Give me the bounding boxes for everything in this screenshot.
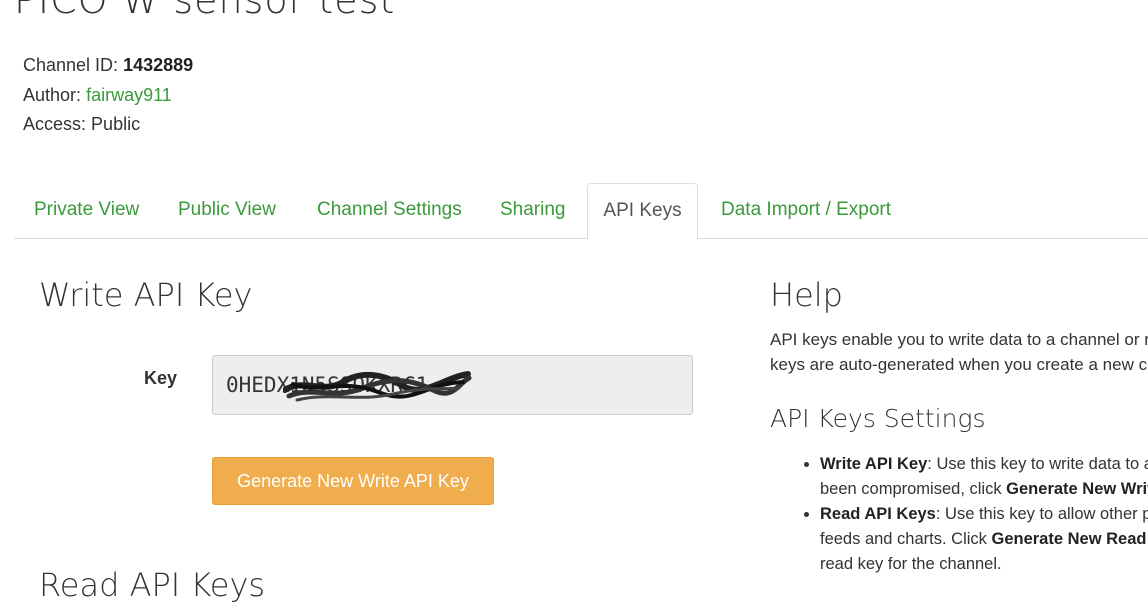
channel-tabs: Private View Public View Channel Setting…: [14, 183, 1148, 239]
access-row: Access: Public: [23, 114, 140, 135]
channel-id-label: Channel ID:: [23, 55, 118, 75]
tab-public-view[interactable]: Public View: [178, 183, 276, 237]
tab-private-view[interactable]: Private View: [34, 183, 139, 237]
list-item-text: : Use this key to write data to a: [927, 455, 1148, 473]
help-heading: Help: [770, 276, 843, 314]
write-api-key-field[interactable]: 0HEDX1N5SSOKXRC1: [212, 355, 693, 415]
write-api-key-term: Write API Key: [820, 455, 927, 473]
list-item-text: feeds and charts. Click: [820, 530, 992, 548]
list-item-bold-text: Generate New Writ: [1006, 480, 1148, 498]
list-item-text: : Use this key to allow other pe: [936, 505, 1148, 523]
help-intro-line-2: keys are auto-generated when you create …: [770, 352, 1148, 377]
tab-sharing[interactable]: Sharing: [500, 183, 566, 237]
tab-api-keys[interactable]: API Keys: [587, 183, 698, 240]
read-api-keys-term: Read API Keys: [820, 505, 936, 523]
tab-data-import-export[interactable]: Data Import / Export: [721, 183, 891, 237]
list-item-bold-text: Generate New Read A: [992, 530, 1148, 548]
access-label: Access:: [23, 114, 86, 134]
key-label: Key: [144, 368, 177, 389]
list-item: Write API Key: Use this key to write dat…: [820, 452, 1148, 502]
channel-title: PICO W sensor test: [14, 0, 395, 22]
redaction-scribble: [283, 364, 473, 408]
list-item: Read API Keys: Use this key to allow oth…: [820, 502, 1148, 577]
channel-id-row: Channel ID: 1432889: [23, 55, 193, 76]
author-link[interactable]: fairway911: [86, 85, 172, 105]
channel-id-value: 1432889: [123, 55, 193, 75]
api-keys-settings-heading: API Keys Settings: [770, 404, 985, 433]
write-api-key-heading: Write API Key: [39, 276, 252, 314]
author-row: Author: fairway911: [23, 85, 172, 106]
access-value: Public: [91, 114, 140, 134]
tab-channel-settings[interactable]: Channel Settings: [317, 183, 462, 237]
help-settings-list: Write API Key: Use this key to write dat…: [800, 452, 1148, 577]
list-item-text: been compromised, click: [820, 480, 1006, 498]
help-intro-line-1: API keys enable you to write data to a c…: [770, 327, 1148, 352]
author-label: Author:: [23, 85, 81, 105]
list-item-text: read key for the channel.: [820, 555, 1002, 573]
help-intro: API keys enable you to write data to a c…: [770, 327, 1148, 377]
generate-write-api-key-button[interactable]: Generate New Write API Key: [212, 457, 494, 505]
read-api-keys-heading: Read API Keys: [39, 566, 265, 604]
